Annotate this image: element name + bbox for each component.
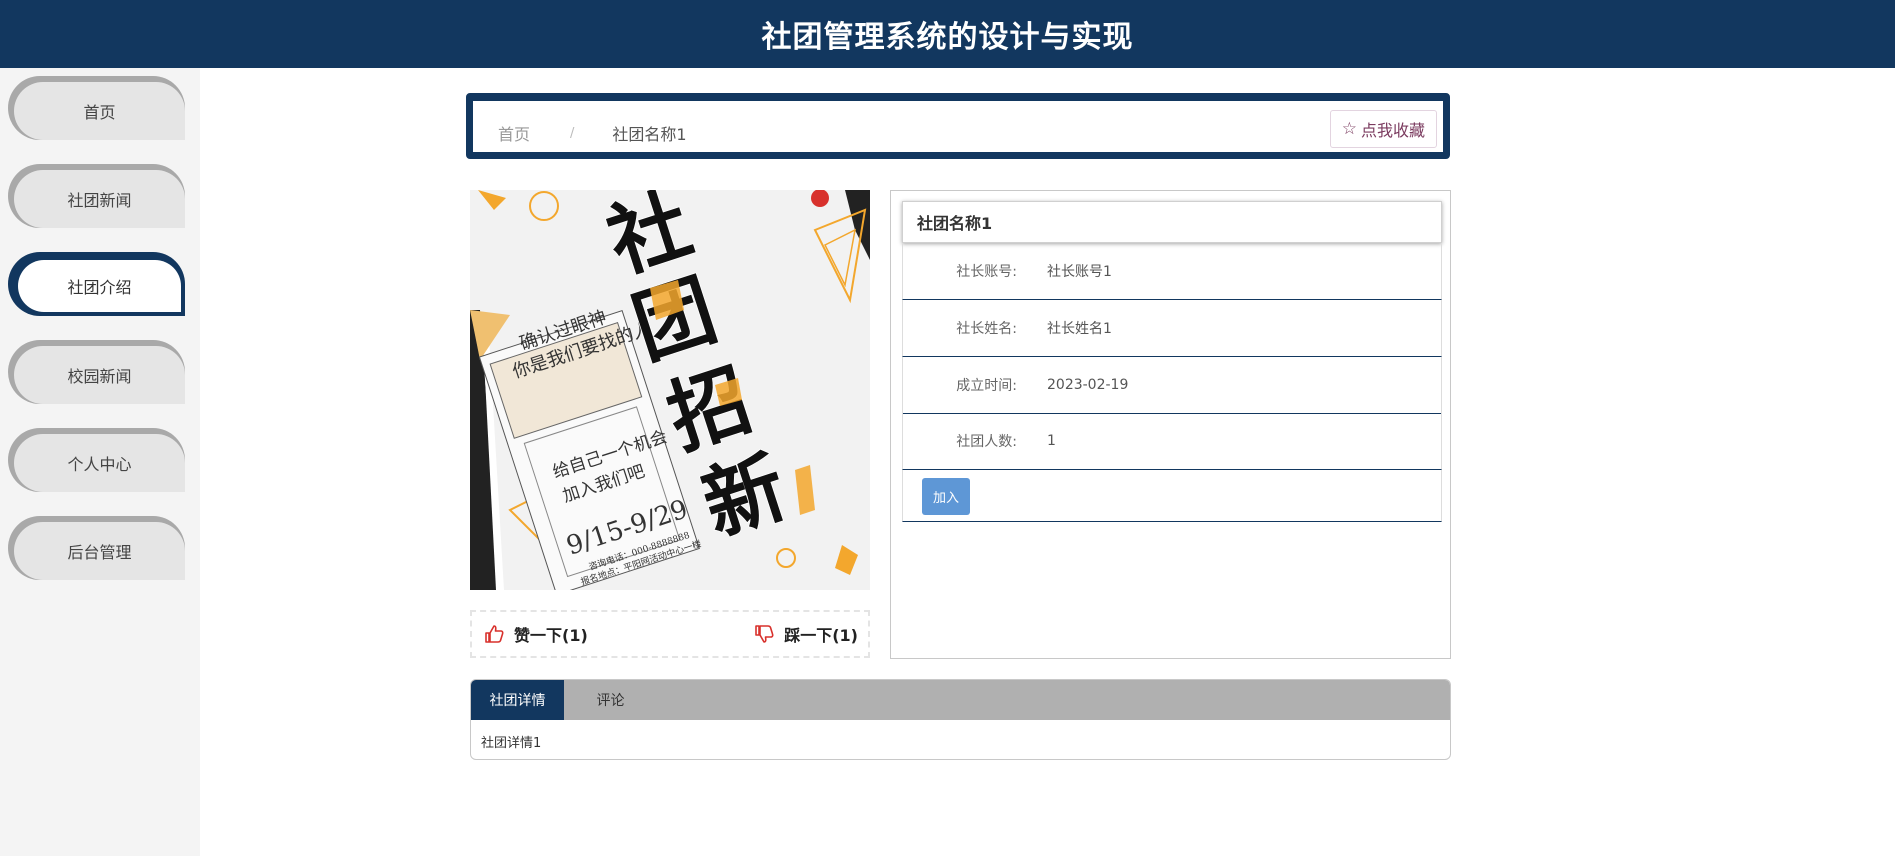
club-name-heading: 社团名称1 — [902, 201, 1442, 243]
join-row: 加入 — [902, 470, 1442, 522]
sidebar-item-label: 校园新闻 — [14, 346, 185, 404]
info-row-leader-name: 社长姓名: 社长姓名1 — [902, 300, 1442, 357]
info-value: 2023-02-19 — [1047, 377, 1129, 393]
info-value: 1 — [1047, 433, 1056, 449]
breadcrumb: 首页 / 社团名称1 — [498, 121, 687, 145]
tab-content: 社团详情1 — [481, 736, 542, 751]
like-button[interactable]: 赞一下(1) — [484, 622, 588, 646]
sidebar-item-club-intro[interactable]: 社团介绍 — [8, 252, 185, 316]
top-header: 社团管理系统的设计与实现 — [0, 0, 1895, 68]
sidebar-item-club-news[interactable]: 社团新闻 — [8, 164, 185, 228]
sidebar-item-campus-news[interactable]: 校园新闻 — [8, 340, 185, 404]
sidebar-item-label: 社团新闻 — [14, 170, 185, 228]
like-label: 赞一下(1) — [514, 626, 588, 645]
info-value: 社长账号1 — [1047, 264, 1112, 280]
info-label: 社长账号: — [956, 264, 1017, 280]
sidebar-item-admin[interactable]: 后台管理 — [8, 516, 185, 580]
info-value: 社长姓名1 — [1047, 321, 1112, 337]
vote-bar: 赞一下(1) 踩一下(1) — [470, 610, 870, 658]
dislike-label: 踩一下(1) — [784, 626, 858, 645]
sidebar: 首页 社团新闻 社团介绍 校园新闻 个人中心 后台管理 — [0, 68, 200, 856]
tab-strip: 社团详情 评论 — [471, 680, 1450, 720]
info-row-leader-account: 社长账号: 社长账号1 — [902, 243, 1442, 300]
detail-tabs: 社团详情 评论 社团详情1 — [470, 679, 1451, 760]
join-button[interactable]: 加入 — [922, 478, 970, 515]
sidebar-item-label: 社团介绍 — [18, 260, 181, 312]
info-row-founded-date: 成立时间: 2023-02-19 — [902, 357, 1442, 414]
info-label: 社长姓名: — [956, 321, 1017, 337]
info-label: 成立时间: — [956, 378, 1017, 394]
club-poster-image: 确认过眼神 你是我们要找的人 给自己一个机会 加入我们吧 9/15-9/29 咨… — [470, 190, 870, 590]
sidebar-item-label: 后台管理 — [14, 522, 185, 580]
favorite-button[interactable]: ☆ 点我收藏 — [1329, 110, 1437, 148]
tab-comments[interactable]: 评论 — [564, 680, 657, 720]
page-title: 社团管理系统的设计与实现 — [761, 20, 1134, 55]
sidebar-item-personal-center[interactable]: 个人中心 — [8, 428, 185, 492]
club-info-panel: 社团名称1 社长账号: 社长账号1 社长姓名: 社长姓名1 成立时间: 2023… — [890, 190, 1451, 659]
info-label: 社团人数: — [956, 434, 1017, 450]
sidebar-item-home[interactable]: 首页 — [8, 76, 185, 140]
thumbs-down-icon — [755, 625, 774, 643]
breadcrumb-home-link[interactable]: 首页 — [498, 121, 530, 145]
dislike-button[interactable]: 踩一下(1) — [754, 622, 858, 646]
info-row-member-count: 社团人数: 1 — [902, 413, 1442, 470]
tab-club-details[interactable]: 社团详情 — [471, 680, 564, 720]
breadcrumb-separator: / — [570, 125, 575, 141]
favorite-label: 点我收藏 — [1360, 121, 1425, 140]
breadcrumb-current: 社团名称1 — [612, 125, 687, 144]
breadcrumb-bar: 首页 / 社团名称1 ☆ 点我收藏 — [466, 93, 1450, 159]
star-icon: ☆ — [1341, 119, 1357, 139]
sidebar-item-label: 个人中心 — [14, 434, 185, 492]
thumbs-up-icon — [485, 625, 504, 643]
sidebar-item-label: 首页 — [14, 82, 185, 140]
